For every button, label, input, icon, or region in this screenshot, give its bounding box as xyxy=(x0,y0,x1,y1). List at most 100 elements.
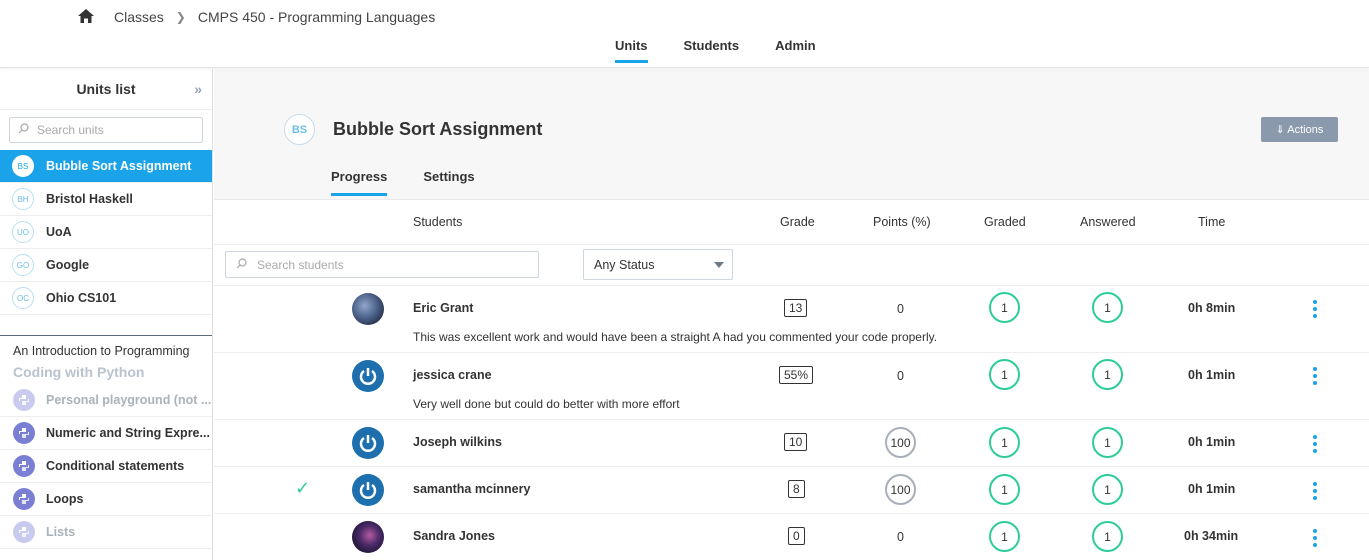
column-answered[interactable]: Answered xyxy=(1080,215,1136,229)
sidebar-header: Units list » xyxy=(0,69,212,110)
page-title: Bubble Sort Assignment xyxy=(333,119,543,139)
time-value: 0h 34min xyxy=(1184,529,1239,543)
search-units-input[interactable]: Search units xyxy=(9,117,203,143)
row-menu-icon[interactable] xyxy=(1311,527,1319,548)
grade-value[interactable]: 0 xyxy=(788,527,805,545)
avatar xyxy=(352,360,384,392)
unit-label: Ohio CS101 xyxy=(46,291,117,305)
student-name[interactable]: Eric Grant xyxy=(413,301,473,315)
unit-badge: BS xyxy=(12,155,34,177)
tab-units[interactable]: Units xyxy=(615,38,648,63)
time-value: 0h 1min xyxy=(1188,368,1236,382)
sidebar-item-conditional-statements[interactable]: Conditional statements xyxy=(0,450,212,483)
unit-badge: GO xyxy=(12,254,34,276)
units-sidebar: Units list » Search units BS Bubble Sort… xyxy=(0,69,213,560)
sidebar-item-bubble-sort[interactable]: BS Bubble Sort Assignment xyxy=(0,150,212,183)
student-name[interactable]: samantha mcinnery xyxy=(413,482,530,496)
table-row[interactable]: Sandra Jones 0 0 1 1 0h 34min xyxy=(214,514,1369,560)
row-menu-icon[interactable] xyxy=(1311,433,1319,454)
points-value: 0 xyxy=(897,302,904,316)
grade-value[interactable]: 13 xyxy=(784,299,808,317)
table-row[interactable]: Eric Grant This was excellent work and w… xyxy=(214,286,1369,353)
search-students-placeholder: Search students xyxy=(257,257,344,272)
assignment-header: BS Bubble Sort Assignment ⇓ Actions Prog… xyxy=(214,69,1369,199)
lesson-list: Personal playground (not ... Numeric and… xyxy=(0,384,212,549)
sidebar-item-uoa[interactable]: UO UoA xyxy=(0,216,212,249)
student-comment: This was excellent work and would have b… xyxy=(413,330,938,344)
points-value: 100 xyxy=(885,427,916,458)
points-value: 0 xyxy=(897,369,904,383)
sidebar-item-lists[interactable]: Lists xyxy=(0,516,212,549)
actions-button[interactable]: ⇓ Actions xyxy=(1261,117,1338,142)
sidebar-item-google[interactable]: GO Google xyxy=(0,249,212,282)
table-row[interactable]: ✓ samantha mcinnery 8 100 1 1 0h 1min xyxy=(214,467,1369,514)
row-menu-icon[interactable] xyxy=(1311,365,1319,386)
avatar xyxy=(352,474,384,506)
student-name[interactable]: jessica crane xyxy=(413,368,492,382)
assignment-tabs: Progress Settings xyxy=(331,169,511,196)
graded-count: 1 xyxy=(989,292,1020,323)
graded-count: 1 xyxy=(989,359,1020,390)
check-icon: ✓ xyxy=(295,478,311,498)
column-time[interactable]: Time xyxy=(1198,215,1225,229)
unit-label: Bubble Sort Assignment xyxy=(46,159,192,173)
status-filter-value: Any Status xyxy=(594,257,655,272)
lesson-label: Lists xyxy=(46,525,76,539)
search-units-placeholder: Search units xyxy=(37,123,104,137)
time-value: 0h 8min xyxy=(1188,301,1236,315)
column-grade[interactable]: Grade xyxy=(780,215,815,229)
student-comment: Very well done but could do better with … xyxy=(413,397,680,411)
answered-count: 1 xyxy=(1092,521,1123,552)
lesson-label: Loops xyxy=(46,492,84,506)
breadcrumb-separator-icon: ❯ xyxy=(175,10,186,24)
breadcrumb-classes[interactable]: Classes xyxy=(114,9,164,25)
main-content: BS Bubble Sort Assignment ⇓ Actions Prog… xyxy=(214,69,1369,560)
column-points[interactable]: Points (%) xyxy=(873,215,931,229)
unit-label: UoA xyxy=(46,225,72,239)
sidebar-item-personal-playground[interactable]: Personal playground (not ... xyxy=(0,384,212,417)
breadcrumb: Classes ❯ CMPS 450 - Programming Languag… xyxy=(78,9,435,25)
breadcrumb-class[interactable]: CMPS 450 - Programming Languages xyxy=(198,9,435,25)
lesson-label: Conditional statements xyxy=(46,459,185,473)
column-students[interactable]: Students xyxy=(413,215,462,229)
table-header: Students Grade Points (%) Graded Answere… xyxy=(214,199,1369,245)
unit-badge: BH xyxy=(12,188,34,210)
table-row[interactable]: Joseph wilkins 10 100 1 1 0h 1min xyxy=(214,420,1369,467)
student-name[interactable]: Sandra Jones xyxy=(413,529,495,543)
collapse-sidebar-icon[interactable]: » xyxy=(194,81,202,97)
home-icon[interactable] xyxy=(78,9,94,25)
tab-progress[interactable]: Progress xyxy=(331,169,388,196)
python-icon xyxy=(13,389,35,411)
sidebar-item-ohio-cs101[interactable]: OC Ohio CS101 xyxy=(0,282,212,315)
status-filter-select[interactable]: Any Status xyxy=(583,249,733,280)
tab-settings[interactable]: Settings xyxy=(423,169,474,196)
unit-label: Google xyxy=(46,258,90,272)
student-name[interactable]: Joseph wilkins xyxy=(413,435,502,449)
search-students-input[interactable]: Search students xyxy=(225,251,539,278)
sidebar-item-numeric-string[interactable]: Numeric and String Expre... xyxy=(0,417,212,450)
grade-value[interactable]: 8 xyxy=(788,480,805,498)
points-value: 100 xyxy=(885,474,916,505)
answered-count: 1 xyxy=(1092,474,1123,505)
lesson-label: Numeric and String Expre... xyxy=(46,426,210,440)
avatar xyxy=(352,427,384,459)
sidebar-item-loops[interactable]: Loops xyxy=(0,483,212,516)
search-icon xyxy=(236,257,247,272)
table-row[interactable]: jessica crane Very well done but could d… xyxy=(214,353,1369,420)
tab-students[interactable]: Students xyxy=(684,38,740,63)
avatar xyxy=(352,521,384,553)
row-menu-icon[interactable] xyxy=(1311,480,1319,501)
tab-admin[interactable]: Admin xyxy=(775,38,815,63)
points-value: 0 xyxy=(897,530,904,544)
python-icon xyxy=(13,521,35,543)
grade-value[interactable]: 55% xyxy=(779,366,814,384)
sidebar-title: Units list xyxy=(76,81,136,97)
lesson-label: Personal playground (not ... xyxy=(46,393,212,407)
unit-badge: OC xyxy=(12,287,34,309)
top-nav: Units Students Admin xyxy=(615,38,852,63)
answered-count: 1 xyxy=(1092,359,1123,390)
sidebar-item-bristol-haskell[interactable]: BH Bristol Haskell xyxy=(0,183,212,216)
row-menu-icon[interactable] xyxy=(1311,298,1319,319)
column-graded[interactable]: Graded xyxy=(984,215,1026,229)
grade-value[interactable]: 10 xyxy=(784,433,808,451)
